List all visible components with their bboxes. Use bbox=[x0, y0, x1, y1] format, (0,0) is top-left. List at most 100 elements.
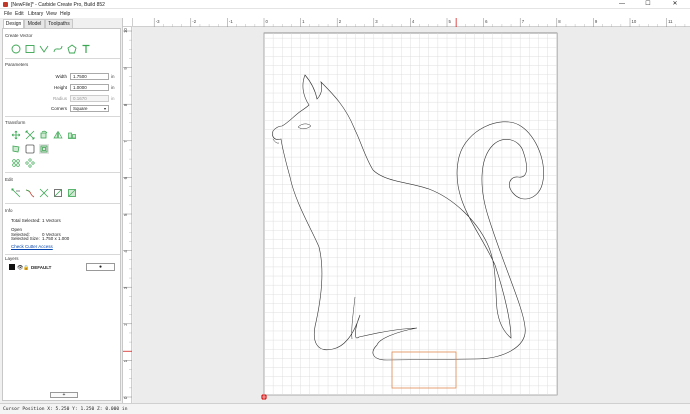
chevron-down-icon: ▾ bbox=[103, 106, 106, 111]
join-icon[interactable] bbox=[25, 188, 35, 198]
offset-icon[interactable] bbox=[25, 144, 35, 154]
width-unit: in bbox=[111, 74, 115, 79]
section-edit: Edit bbox=[5, 177, 13, 182]
close-button[interactable]: ✕ bbox=[665, 0, 685, 9]
ruler-label: 7 bbox=[522, 19, 525, 24]
menu-view[interactable]: View bbox=[46, 11, 57, 17]
menu-help[interactable]: Help bbox=[60, 11, 70, 17]
design-canvas[interactable] bbox=[133, 27, 690, 403]
design-panel: Design Model Toolpaths Create Vector Par… bbox=[0, 18, 123, 403]
ruler-label: 9 bbox=[595, 19, 598, 24]
height-label: Height bbox=[53, 85, 67, 90]
width-label: Width bbox=[55, 74, 67, 79]
move-icon[interactable] bbox=[11, 130, 21, 140]
layer-row[interactable]: 👁 🔒 DEFAULT ● bbox=[9, 263, 119, 271]
check-cutter-access-link[interactable]: Check Cutter Access bbox=[11, 244, 53, 249]
ruler-label: 9 bbox=[123, 67, 128, 70]
status-bar: Cursor Position X: 5.250 Y: 1.250 Z: 0.0… bbox=[0, 403, 690, 414]
mirror-icon[interactable] bbox=[53, 130, 63, 140]
menu-edit[interactable]: Edit bbox=[15, 11, 24, 17]
design-tab-body: Create Vector Parameters Width 1.7500 in… bbox=[2, 28, 121, 401]
scale-icon[interactable] bbox=[25, 130, 35, 140]
info-selected-size: Selected Size: 1.750 x 1.000 bbox=[11, 236, 70, 241]
info-total-selected: Total Selected:1 Vectors bbox=[11, 218, 61, 223]
ruler-label: 8 bbox=[123, 103, 128, 106]
section-parameters: Parameters bbox=[5, 62, 29, 67]
tab-toolpaths[interactable]: Toolpaths bbox=[45, 19, 73, 28]
lock-icon[interactable]: 🔒 bbox=[23, 265, 29, 271]
height-unit: in bbox=[111, 85, 115, 90]
menu-bar: File Edit Library View Help bbox=[0, 9, 690, 18]
divider bbox=[5, 254, 120, 255]
ruler-label: -3 bbox=[156, 19, 160, 24]
ruler-label: 8 bbox=[558, 19, 561, 24]
circular-array-icon[interactable] bbox=[25, 158, 35, 168]
rotate-icon[interactable] bbox=[39, 130, 49, 140]
ruler-label: 6 bbox=[123, 176, 128, 179]
ruler-label: 5 bbox=[123, 213, 128, 216]
curve-icon[interactable] bbox=[53, 44, 63, 54]
ruler-label: 6 bbox=[485, 19, 488, 24]
section-create-vector: Create Vector bbox=[5, 33, 33, 38]
section-layers: Layers bbox=[5, 256, 19, 261]
section-info: Info bbox=[5, 208, 13, 213]
menu-library[interactable]: Library bbox=[28, 11, 43, 17]
ruler-label: -1 bbox=[229, 19, 233, 24]
ruler-label: 11 bbox=[668, 19, 673, 24]
menu-file[interactable]: File bbox=[4, 11, 12, 17]
ruler-label: 7 bbox=[123, 140, 128, 143]
ruler-label: 4 bbox=[123, 250, 128, 253]
height-field[interactable]: 1.0000 bbox=[70, 84, 109, 91]
divider bbox=[5, 203, 120, 204]
polygon-icon[interactable] bbox=[67, 44, 77, 54]
ruler-label: 1 bbox=[302, 19, 305, 24]
ruler-label: 0 bbox=[123, 396, 128, 399]
ruler-corner bbox=[123, 18, 133, 27]
layer-color-swatch[interactable] bbox=[9, 264, 15, 270]
minimize-button[interactable]: — bbox=[612, 0, 632, 9]
horizontal-ruler: -3 -2 -1 0 1 2 3 4 5 6 7 8 9 10 11 bbox=[133, 18, 690, 27]
radius-unit: in bbox=[111, 96, 115, 101]
width-field[interactable]: 1.7500 bbox=[70, 73, 109, 80]
vertical-ruler: 10 9 8 7 6 5 4 3 2 1 0 bbox=[123, 27, 132, 403]
ruler-label: 10 bbox=[123, 28, 128, 33]
add-layer-button[interactable]: + bbox=[50, 392, 78, 398]
layer-options-button[interactable]: ● bbox=[86, 263, 115, 271]
title-bar: [NewFile]* - Carbide Create Pro, Build 8… bbox=[0, 0, 690, 9]
divider bbox=[5, 172, 120, 173]
ruler-label: 5 bbox=[449, 19, 452, 24]
ruler-label: 10 bbox=[632, 19, 637, 24]
align-icon[interactable] bbox=[67, 130, 77, 140]
group-icon[interactable] bbox=[11, 158, 21, 168]
ruler-label: -2 bbox=[192, 19, 196, 24]
ruler-label: 2 bbox=[123, 323, 128, 326]
app-icon bbox=[3, 2, 8, 7]
radius-label: Radius bbox=[52, 96, 67, 101]
tab-model[interactable]: Model bbox=[24, 19, 45, 28]
polyline-icon[interactable] bbox=[39, 44, 49, 54]
text-icon[interactable] bbox=[81, 44, 91, 54]
circle-icon[interactable] bbox=[11, 44, 21, 54]
origin-marker bbox=[261, 394, 267, 400]
section-transform: Transform bbox=[5, 120, 26, 125]
ruler-label: 2 bbox=[339, 19, 342, 24]
corners-value: Square bbox=[73, 106, 88, 111]
divider bbox=[5, 58, 120, 59]
node-edit-icon[interactable] bbox=[11, 188, 21, 198]
cursor-position: Cursor Position X: 5.250 Y: 1.250 Z: 0.0… bbox=[3, 407, 128, 412]
rectangle-icon[interactable] bbox=[25, 44, 35, 54]
layer-name: DEFAULT bbox=[31, 264, 52, 270]
trim-icon[interactable] bbox=[39, 188, 49, 198]
maximize-button[interactable]: ☐ bbox=[638, 0, 658, 9]
ruler-label: 0 bbox=[266, 19, 269, 24]
fill-icon[interactable] bbox=[67, 188, 77, 198]
window-title: [NewFile]* - Carbide Create Pro, Build 8… bbox=[11, 1, 105, 8]
ruler-label: 3 bbox=[123, 286, 128, 289]
size-icon[interactable] bbox=[11, 144, 21, 154]
array-icon[interactable] bbox=[39, 144, 49, 154]
ruler-label: 4 bbox=[412, 19, 415, 24]
boolean-icon[interactable] bbox=[53, 188, 63, 198]
corners-label: Corners bbox=[50, 106, 67, 111]
corners-select[interactable]: Square ▾ bbox=[70, 105, 109, 112]
radius-field[interactable]: 0.1670 bbox=[70, 95, 109, 102]
